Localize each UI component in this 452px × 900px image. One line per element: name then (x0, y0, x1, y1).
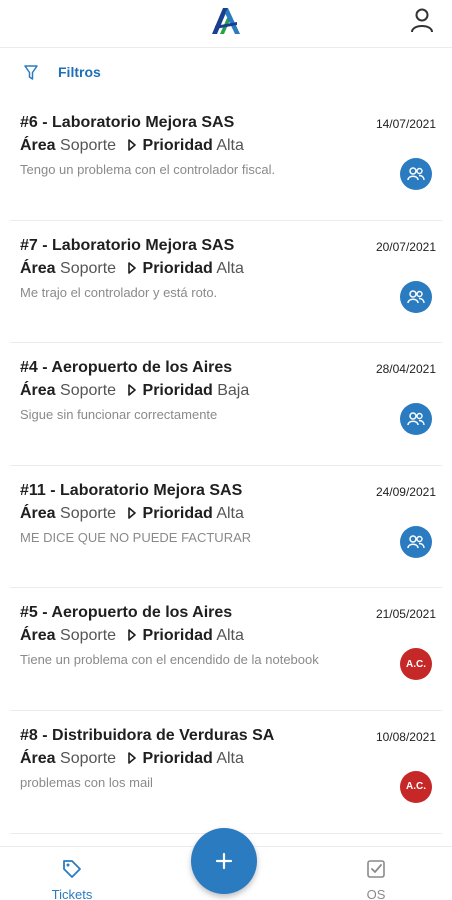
ticket-description: Tengo un problema con el controlador fis… (20, 162, 276, 177)
triangle-right-icon (127, 629, 136, 642)
ticket-description: Me trajo el controlador y está roto. (20, 284, 218, 300)
area-value: Soporte (60, 504, 117, 522)
area-value: Soporte (60, 749, 117, 767)
ticket-meta: Área Soporte Prioridad Alta (20, 260, 244, 278)
priority-label: Prioridad (142, 382, 213, 400)
ticket-date: 20/07/2021 (375, 239, 436, 254)
ticket-date: 14/07/2021 (375, 117, 436, 131)
priority-value: Baja (217, 382, 250, 400)
add-ticket-button[interactable] (191, 828, 257, 894)
filters-bar[interactable]: Filtros (0, 48, 452, 98)
group-icon (407, 289, 425, 303)
assignee-avatar[interactable]: A.C. (400, 648, 432, 681)
area-label: Área (20, 382, 56, 400)
triangle-right-icon (127, 139, 136, 151)
ticket-date: 21/05/2021 (375, 607, 436, 622)
triangle-right-icon (127, 384, 136, 396)
assignee-initials: A.C. (406, 658, 426, 670)
tag-icon (63, 860, 81, 878)
ticket-title: #8 - Distribuidora de Verduras SA (20, 726, 275, 744)
ticket-item[interactable]: #7 - Laboratorio Mejora SAS 20/07/2021 Á… (10, 221, 442, 344)
triangle-right-icon (127, 506, 136, 519)
ticket-meta: Área Soporte Prioridad Alta (20, 750, 244, 768)
user-profile-icon[interactable] (409, 6, 435, 34)
ticket-title: #6 - Laboratorio Mejora SAS (20, 114, 235, 131)
filter-icon[interactable] (24, 65, 38, 81)
assignee-initials: A.C. (406, 781, 426, 793)
priority-value: Alta (216, 627, 244, 645)
priority-value: Alta (216, 137, 244, 154)
ticket-description: problemas con los mail (20, 774, 153, 790)
ticket-meta: Área Soporte Prioridad Alta (20, 627, 244, 645)
ticket-title: #7 - Laboratorio Mejora SAS (20, 236, 235, 254)
ticket-description: ME DICE QUE NO PUEDE FACTURAR (20, 529, 252, 545)
area-value: Soporte (60, 259, 117, 277)
area-value: Soporte (60, 382, 117, 400)
ticket-meta: Área Soporte Prioridad Baja (20, 382, 249, 400)
ticket-item[interactable]: #5 - Aeropuerto de los Aires 21/05/2021 … (10, 588, 442, 711)
area-label: Área (20, 749, 56, 767)
priority-value: Alta (216, 259, 244, 277)
priority-label: Prioridad (142, 627, 213, 645)
assignee-avatar[interactable]: A.C. (400, 770, 432, 803)
ticket-date: 28/04/2021 (375, 362, 436, 377)
priority-label: Prioridad (142, 749, 213, 767)
ticket-description: Sigue sin funcionar correctamente (20, 407, 218, 423)
area-label: Área (20, 259, 56, 277)
ticket-title: #5 - Aeropuerto de los Aires (20, 604, 233, 622)
triangle-right-icon (127, 752, 136, 764)
ticket-title: #4 - Aeropuerto de los Aires (20, 359, 233, 377)
ticket-list: #6 - Laboratorio Mejora SAS 14/07/2021 Á… (0, 98, 452, 834)
area-label: Área (20, 627, 56, 645)
group-icon (407, 167, 425, 181)
group-icon (407, 412, 425, 426)
filters-label[interactable]: Filtros (58, 64, 101, 80)
top-app-bar (0, 0, 452, 48)
assignee-avatar[interactable] (400, 403, 432, 436)
triangle-right-icon (127, 261, 136, 274)
priority-label: Prioridad (142, 504, 213, 522)
tab-os[interactable]: OS (331, 847, 421, 900)
ticket-date: 24/09/2021 (375, 484, 436, 499)
ticket-meta: Área Soporte Prioridad Alta (20, 137, 244, 155)
area-value: Soporte (60, 627, 117, 645)
ticket-description: Tiene un problema con el encendido de la… (20, 652, 319, 668)
tab-tickets-label: Tickets (51, 887, 93, 900)
checkbox-icon (367, 860, 385, 878)
assignee-avatar[interactable] (400, 158, 432, 190)
ticket-item[interactable]: #11 - Laboratorio Mejora SAS 24/09/2021 … (10, 466, 442, 589)
ticket-item[interactable]: #8 - Distribuidora de Verduras SA 10/08/… (10, 711, 442, 834)
area-value: Soporte (60, 137, 117, 154)
priority-label: Prioridad (142, 259, 213, 277)
priority-value: Alta (216, 504, 244, 522)
brand-logo-icon[interactable] (209, 4, 243, 38)
ticket-date: 10/08/2021 (375, 729, 436, 744)
priority-value: Alta (216, 749, 244, 767)
plus-icon (215, 852, 233, 870)
tab-os-label: OS (366, 887, 386, 900)
ticket-title: #11 - Laboratorio Mejora SAS (20, 481, 243, 499)
area-label: Área (20, 504, 56, 522)
ticket-item[interactable]: #4 - Aeropuerto de los Aires 28/04/2021 … (10, 343, 442, 466)
priority-label: Prioridad (142, 137, 213, 154)
tab-tickets[interactable]: Tickets (27, 847, 117, 900)
group-icon (407, 535, 425, 548)
assignee-avatar[interactable] (400, 280, 432, 313)
assignee-avatar[interactable] (400, 525, 432, 558)
ticket-meta: Área Soporte Prioridad Alta (20, 505, 244, 523)
area-label: Área (20, 137, 56, 154)
ticket-item[interactable]: #6 - Laboratorio Mejora SAS 14/07/2021 Á… (10, 98, 442, 221)
